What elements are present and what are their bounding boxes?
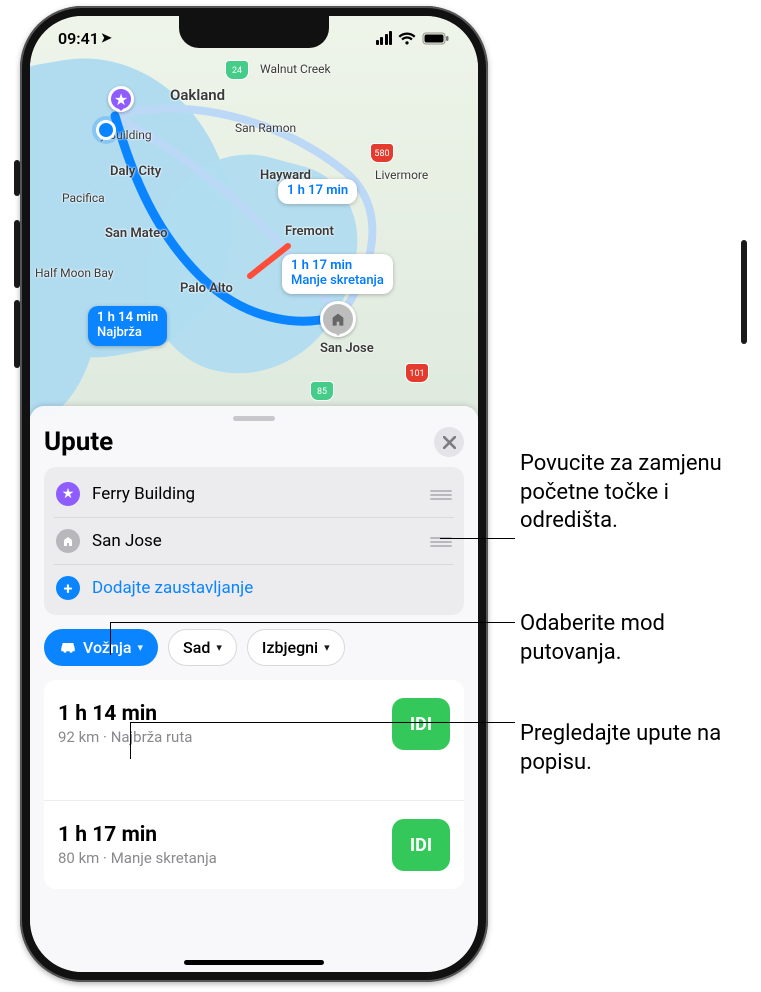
clock-label: 09:41 bbox=[58, 29, 99, 48]
chevron-down-icon: ▾ bbox=[216, 641, 222, 654]
go-label: IDI bbox=[410, 714, 432, 735]
route-subtitle: 80 km · Manje skretanja bbox=[58, 849, 217, 867]
route-callout-fastest[interactable]: 1 h 14 min Najbrža bbox=[88, 306, 167, 346]
cellular-icon bbox=[376, 31, 393, 45]
screen: 09:41 ➤ bbox=[30, 16, 478, 972]
close-icon bbox=[443, 436, 456, 449]
notch bbox=[179, 16, 329, 48]
route-callout-time: 1 h 17 min bbox=[287, 183, 348, 198]
close-button[interactable] bbox=[434, 427, 464, 457]
go-button[interactable]: IDI bbox=[392, 698, 450, 750]
destination-pin-icon[interactable] bbox=[320, 301, 356, 337]
chevron-down-icon: ▾ bbox=[138, 641, 144, 654]
plus-icon: + bbox=[56, 576, 80, 600]
home-indicator[interactable] bbox=[184, 960, 324, 965]
route-subtitle: 92 km · Najbrža ruta bbox=[58, 728, 192, 746]
route-lines bbox=[30, 16, 478, 416]
wifi-icon bbox=[398, 32, 416, 45]
waypoint-end-label: San Jose bbox=[92, 531, 418, 551]
route-callout-fewer-turns[interactable]: 1 h 17 min Manje skretanja bbox=[282, 254, 393, 294]
route-callout-time: 1 h 14 min bbox=[97, 310, 158, 325]
drag-handle-icon[interactable] bbox=[430, 532, 452, 551]
destination-icon bbox=[56, 529, 80, 553]
mode-row: Vožnja ▾ Sad ▾ Izbjegni ▾ bbox=[44, 629, 464, 666]
drag-handle-icon[interactable] bbox=[430, 485, 452, 504]
go-button[interactable]: IDI bbox=[392, 819, 450, 871]
route-option-1[interactable]: 1 h 14 min 92 km · Najbrža ruta IDI bbox=[44, 680, 464, 800]
battery-icon bbox=[422, 32, 450, 45]
waypoint-start-label: Ferry Building bbox=[92, 484, 418, 504]
route-callout-time: 1 h 17 min bbox=[291, 258, 352, 273]
start-pin-icon[interactable]: ★ bbox=[108, 86, 134, 112]
add-stop-label: Dodajte zaustavljanje bbox=[92, 578, 452, 598]
location-arrow-icon: ➤ bbox=[101, 31, 112, 46]
waypoint-start-row[interactable]: ★ Ferry Building bbox=[54, 471, 454, 517]
star-icon: ★ bbox=[56, 482, 80, 506]
route-callout-sub: Manje skretanja bbox=[291, 273, 384, 288]
waypoint-end-row[interactable]: San Jose bbox=[54, 517, 454, 564]
route-list: 1 h 14 min 92 km · Najbrža ruta IDI 1 h … bbox=[44, 680, 464, 889]
phone-frame: 09:41 ➤ bbox=[20, 6, 488, 982]
annotation-list: Pregledajte upute na popisu. bbox=[520, 720, 750, 777]
add-stop-row[interactable]: + Dodajte zaustavljanje bbox=[54, 564, 454, 611]
avoid-pill[interactable]: Izbjegni ▾ bbox=[247, 629, 345, 666]
depart-now-pill[interactable]: Sad ▾ bbox=[168, 629, 237, 666]
map-canvas[interactable]: Walnut Creek Oakland San Ramon Pacifica … bbox=[30, 16, 478, 416]
waypoints-card: ★ Ferry Building San Jose + bbox=[44, 467, 464, 615]
sheet-title: Upute bbox=[44, 427, 113, 457]
current-location-icon[interactable] bbox=[96, 120, 116, 140]
route-time: 1 h 17 min bbox=[58, 823, 217, 847]
sheet-grabber[interactable] bbox=[233, 416, 275, 421]
chevron-down-icon: ▾ bbox=[324, 641, 330, 654]
annotation-swap: Povucite za zamjenu početne točke i odre… bbox=[520, 450, 750, 536]
directions-sheet[interactable]: Upute ★ Ferry Building San Jo bbox=[30, 406, 478, 972]
route-option-2[interactable]: 1 h 17 min 80 km · Manje skretanja IDI bbox=[44, 800, 464, 889]
go-label: IDI bbox=[410, 835, 432, 856]
avoid-label: Izbjegni bbox=[262, 638, 318, 657]
mode-drive-pill[interactable]: Vožnja ▾ bbox=[44, 629, 158, 666]
route-callout-alt[interactable]: 1 h 17 min bbox=[278, 179, 357, 204]
depart-now-label: Sad bbox=[183, 638, 210, 657]
status-time: 09:41 ➤ bbox=[58, 29, 112, 48]
mode-drive-label: Vožnja bbox=[83, 638, 132, 657]
annotation-mode: Odaberite mod putovanja. bbox=[520, 610, 750, 667]
route-callout-sub: Najbrža bbox=[97, 325, 142, 340]
car-icon bbox=[59, 638, 77, 657]
